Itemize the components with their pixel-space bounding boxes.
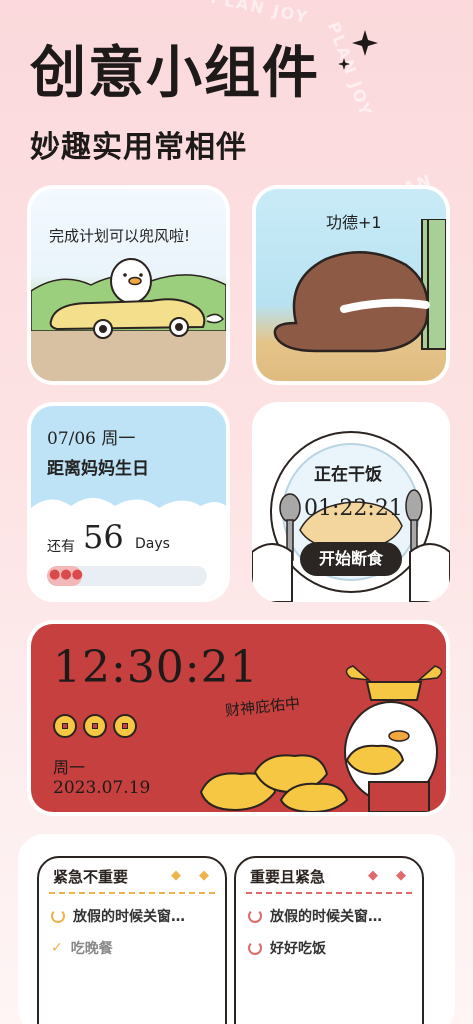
widget-plan-illustration: 完成计划可以兜风啦!: [31, 189, 226, 381]
widget-countdown-panel: 07/06 周一 距离妈妈生日 还有 56 Days ●●●: [31, 406, 226, 598]
ingot-icon: ◆: [171, 868, 181, 883]
watermark: PLAN JOY: [209, 0, 311, 28]
widget-countdown[interactable]: 07/06 周一 距离妈妈生日 还有 56 Days ●●●: [27, 402, 230, 602]
countdown-days: 56: [83, 518, 124, 556]
page-title: 创意小组件: [30, 41, 320, 106]
todo-right-item[interactable]: 放假的时候关窗…: [248, 906, 382, 926]
sparkle-icon: [352, 30, 378, 56]
countdown-event: 距离妈妈生日: [47, 459, 149, 479]
fasting-start-button[interactable]: 开始断食: [300, 542, 402, 576]
check-icon: ✓: [51, 940, 63, 956]
widget-fasting[interactable]: 正在干饭 01:22:21 开始断食: [252, 402, 450, 602]
ingot-icon: ◆: [368, 868, 378, 883]
todo-left-item[interactable]: ✓ 吃晚餐: [51, 938, 113, 958]
widget-clock[interactable]: 12:30:21 周一 2023.07.19 财神庇佑中: [27, 620, 450, 816]
todo-left-item-label: 放假的时候关窗…: [73, 909, 185, 925]
fasting-timer: 01:22:21: [304, 496, 403, 521]
countdown-date: 07/06 周一: [47, 429, 136, 449]
todo-left-item-label: 吃晚餐: [70, 941, 113, 957]
ingot-icon: ◆: [199, 868, 209, 883]
wooden-fish-icon: [273, 219, 446, 353]
duck-car-illustration: [31, 258, 226, 381]
todo-left-item[interactable]: 放假的时候关窗…: [51, 906, 185, 926]
fasting-status: 正在干饭: [314, 465, 382, 485]
clock-date: 2023.07.19: [53, 778, 151, 798]
clock-weekday: 周一: [53, 758, 86, 777]
pending-icon: [248, 941, 262, 955]
todo-right-item[interactable]: 好好吃饭: [248, 938, 326, 958]
coin-icon: [113, 714, 137, 738]
todo-right-divider: [246, 892, 412, 894]
todo-left-title: 紧急不重要: [53, 868, 129, 886]
strawberry-icon: ●●●: [49, 567, 84, 582]
fortune-duck-illustration: [199, 665, 443, 812]
ingot-icon: ◆: [396, 868, 406, 883]
coin-icon: [53, 714, 77, 738]
coin-icon: [83, 714, 107, 738]
widget-plan-caption: 完成计划可以兜风啦!: [49, 227, 191, 245]
todo-left-divider: [49, 892, 215, 894]
sparkle-icon: [338, 58, 350, 70]
widget-merit-illustration: 功德+1: [256, 189, 446, 381]
todo-card-right[interactable]: 重要且紧急 ◆ ◆ 放假的时候关窗… 好好吃饭: [234, 856, 424, 1024]
page-subtitle: 妙趣实用常相伴: [30, 130, 247, 165]
todo-right-item-label: 好好吃饭: [270, 941, 326, 957]
pending-icon: [248, 909, 262, 923]
widget-merit[interactable]: 功德+1: [252, 185, 450, 385]
todo-card-left[interactable]: 紧急不重要 ◆ ◆ 放假的时候关窗… ✓ 吃晚餐: [37, 856, 227, 1024]
coin-icons: [53, 714, 137, 738]
todo-right-item-label: 放假的时候关窗…: [270, 909, 382, 925]
countdown-unit: Days: [135, 536, 170, 552]
pending-icon: [51, 909, 65, 923]
todo-right-title: 重要且紧急: [250, 868, 326, 886]
widget-plan-drive[interactable]: 完成计划可以兜风啦!: [27, 185, 230, 385]
countdown-progress-track: ●●●: [47, 566, 207, 586]
widget-clock-panel: 12:30:21 周一 2023.07.19 财神庇佑中: [31, 624, 446, 812]
countdown-prefix: 还有: [47, 539, 75, 555]
